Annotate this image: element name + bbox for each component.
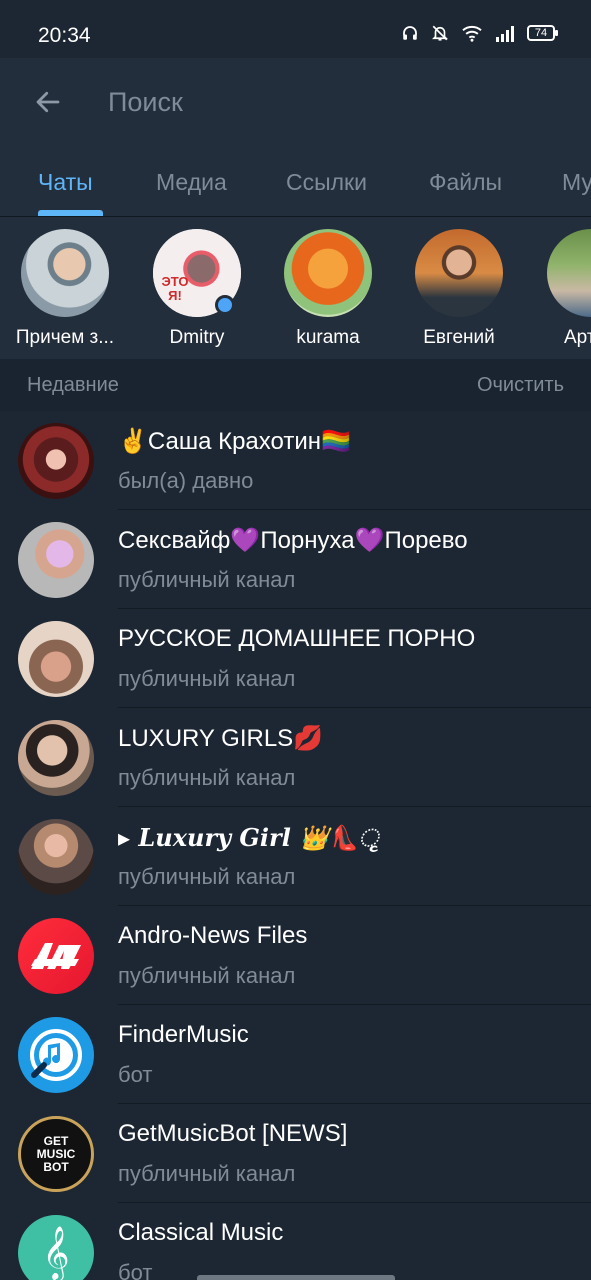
arrow-left-icon — [36, 91, 60, 113]
music-note-icon — [30, 1029, 82, 1081]
person-name: Dmitry — [169, 327, 225, 348]
chat-subtitle: публичный канал — [118, 567, 296, 592]
avatar-caption: GET MUSIC BOT — [36, 1133, 76, 1174]
list-item[interactable]: ▸ 𝑳𝒖𝒙𝒖𝒓𝒚 𝑮𝒊𝒓𝒍 👑👠ૃ публичный канал — [0, 807, 591, 906]
list-item[interactable]: РУССКОЕ ДОМАШНЕЕ ПОРНО публичный канал — [0, 609, 591, 708]
active-tab-indicator — [38, 210, 103, 216]
person-name: Евгений — [423, 327, 495, 348]
online-indicator — [215, 295, 235, 315]
avatar — [18, 720, 94, 796]
avatar — [21, 229, 109, 317]
avatar: ЭТО Я! — [153, 229, 241, 317]
chat-subtitle: публичный канал — [118, 963, 296, 988]
status-time: 20:34 — [38, 24, 91, 47]
chat-subtitle: публичный канал — [118, 765, 296, 790]
avatar — [18, 1017, 94, 1093]
top-people-row: Причем з... ЭТО Я! Dmitry kurama Евгений… — [0, 217, 591, 359]
avatar — [18, 918, 94, 994]
person-item[interactable]: Евгений — [398, 229, 520, 349]
andro-news-logo-icon — [31, 943, 81, 969]
tab-media[interactable]: Медиа — [156, 169, 227, 196]
chat-title: GetMusicBot [NEWS] — [118, 1120, 348, 1147]
list-item[interactable]: 𝄞 Classical Music бот — [0, 1203, 591, 1280]
avatar — [547, 229, 591, 317]
chat-title: ✌️Саша Крахотин🏳️‍🌈 — [118, 428, 351, 455]
chat-title: Andro-News Files — [118, 922, 308, 949]
status-bar: 20:34 74 — [0, 0, 591, 58]
avatar-caption: ЭТО Я! — [161, 274, 189, 303]
list-item[interactable]: ✌️Саша Крахотин🏳️‍🌈 был(а) давно — [0, 411, 591, 510]
home-indicator — [197, 1275, 395, 1280]
chat-title: FinderMusic — [118, 1021, 249, 1048]
search-app-bar — [0, 58, 591, 144]
chat-title: LUXURY GIRLS💋 — [118, 725, 324, 752]
list-item[interactable]: Сексвайф💜Порнуха💜Порево публичный канал — [0, 510, 591, 609]
recent-header: Недавние Очистить — [0, 359, 591, 411]
chat-title: Сексвайф💜Порнуха💜Порево — [118, 527, 468, 554]
list-item[interactable]: FinderMusic бот — [0, 1005, 591, 1104]
chat-subtitle: публичный канал — [118, 1161, 296, 1186]
avatar — [18, 522, 94, 598]
person-name: Причем з... — [15, 327, 115, 348]
chat-subtitle: публичный канал — [118, 666, 296, 691]
search-input[interactable] — [108, 80, 548, 124]
chat-title: РУССКОЕ ДОМАШНЕЕ ПОРНО — [118, 625, 476, 652]
person-name: Арт — [564, 327, 591, 348]
avatar — [415, 229, 503, 317]
search-tabs: Чаты Медиа Ссылки Файлы Му — [0, 144, 591, 217]
clear-recent-button[interactable]: Очистить — [477, 374, 564, 397]
avatar — [284, 229, 372, 317]
wifi-icon — [462, 25, 482, 42]
status-icons: 74 — [401, 24, 558, 42]
bell-off-icon — [432, 25, 448, 41]
avatar — [18, 621, 94, 697]
list-item[interactable]: LUXURY GIRLS💋 публичный канал — [0, 708, 591, 807]
chat-subtitle: публичный канал — [118, 864, 296, 889]
headphones-icon — [403, 26, 417, 40]
person-item[interactable]: Причем з... — [4, 229, 126, 349]
person-item[interactable]: ЭТО Я! Dmitry — [136, 229, 258, 349]
avatar — [18, 819, 94, 895]
chat-subtitle: бот — [118, 1260, 153, 1280]
recent-list: ✌️Саша Крахотин🏳️‍🌈 был(а) давно Сексвай… — [0, 411, 591, 1280]
tab-music[interactable]: Му — [562, 169, 591, 196]
chat-subtitle: бот — [118, 1062, 153, 1087]
list-item[interactable]: GET MUSIC BOT GetMusicBot [NEWS] публичн… — [0, 1104, 591, 1203]
treble-clef-icon: 𝄞 — [42, 1225, 70, 1279]
section-title: Недавние — [27, 374, 119, 396]
tab-links[interactable]: Ссылки — [286, 169, 367, 196]
battery-indicator: 74 — [527, 25, 558, 41]
tab-files[interactable]: Файлы — [429, 169, 502, 196]
avatar: 𝄞 — [18, 1215, 94, 1280]
list-item[interactable]: Andro-News Files публичный канал — [0, 906, 591, 1005]
avatar: GET MUSIC BOT — [18, 1116, 94, 1192]
avatar — [18, 423, 94, 499]
person-item[interactable]: kurama — [267, 229, 389, 349]
chat-subtitle: был(а) давно — [118, 468, 254, 493]
chat-title: Classical Music — [118, 1219, 284, 1246]
chat-title: ▸ 𝑳𝒖𝒙𝒖𝒓𝒚 𝑮𝒊𝒓𝒍 👑👠ૃ — [118, 823, 378, 852]
signal-icon — [496, 26, 514, 42]
back-button[interactable] — [28, 82, 68, 122]
person-item[interactable]: Арт — [530, 229, 591, 349]
person-name: kurama — [296, 327, 360, 348]
tab-chats[interactable]: Чаты — [38, 169, 93, 196]
